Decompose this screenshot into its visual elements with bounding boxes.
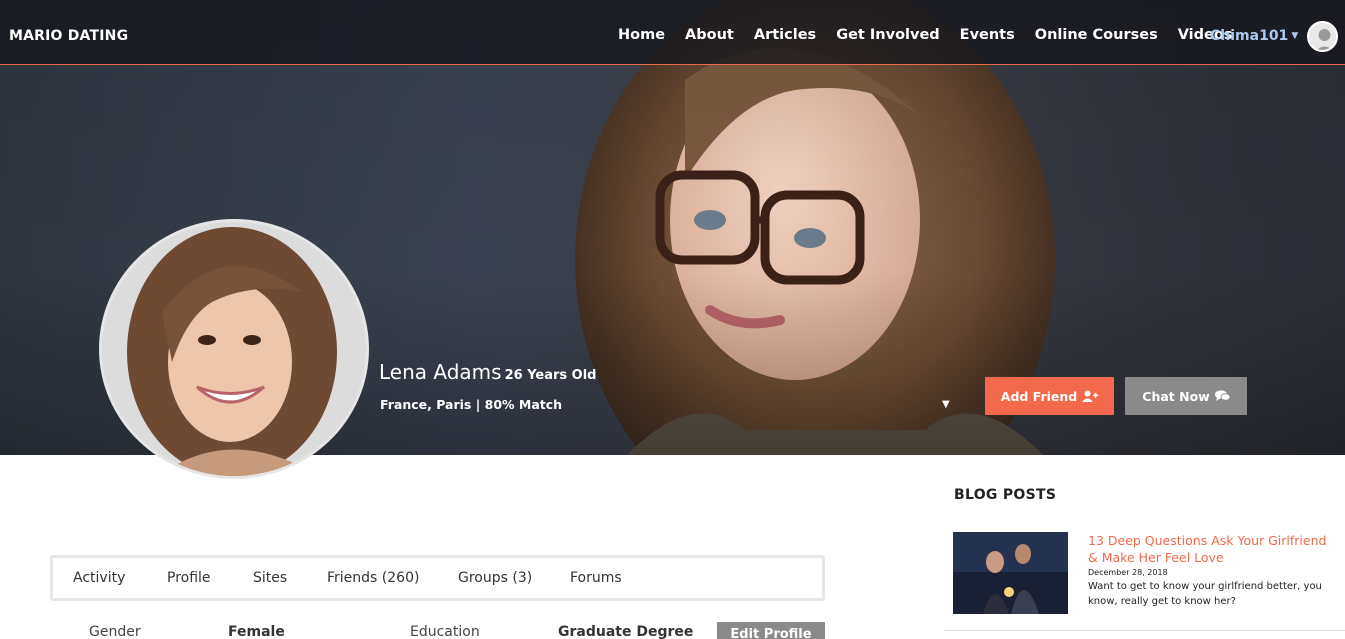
blog-post-date: December 28, 2018	[1088, 568, 1168, 577]
tab-profile[interactable]: Profile	[167, 570, 211, 586]
caret-down-icon[interactable]: ▼	[1291, 31, 1298, 41]
education-value: Graduate Degree	[558, 624, 694, 639]
user-avatar[interactable]	[1307, 21, 1338, 52]
user-name[interactable]: Chima101	[1210, 28, 1288, 44]
tab-forums[interactable]: Forums	[570, 570, 622, 586]
nav-link-events[interactable]: Events	[960, 27, 1015, 43]
chat-icon	[1214, 390, 1230, 401]
add-friend-label: Add Friend	[1000, 388, 1078, 404]
profile-tabs: Activity Profile Sites Friends (260) Gro…	[50, 555, 825, 601]
edit-profile-button[interactable]: Edit Profile	[717, 622, 825, 639]
profile-name: Lena Adams 26 Years Old	[379, 360, 597, 384]
blog-post-thumbnail[interactable]	[953, 532, 1068, 614]
tab-activity[interactable]: Activity	[73, 570, 125, 586]
tab-friends[interactable]: Friends (260)	[327, 570, 419, 586]
tab-sites[interactable]: Sites	[253, 570, 287, 586]
profile-location: France, Paris | 80% Match	[380, 397, 563, 412]
sidebar-divider	[943, 630, 1345, 631]
blog-post-excerpt: Want to get to know your girlfriend bett…	[1088, 581, 1322, 607]
add-friend-button[interactable]: Add Friend	[985, 377, 1114, 415]
chat-now-label: Chat Now	[1142, 388, 1210, 404]
nav-link-get-involved[interactable]: Get Involved	[836, 27, 939, 43]
user-plus-icon	[1082, 390, 1099, 402]
tab-groups[interactable]: Groups (3)	[458, 570, 532, 586]
profile-photo	[102, 222, 366, 476]
top-navbar: MARIO DATING Home About Articles Get Inv…	[0, 0, 1345, 65]
caret-down-icon[interactable]: ▼	[942, 399, 950, 410]
nav-link-articles[interactable]: Articles	[754, 27, 816, 43]
nav-links: Home About Articles Get Involved Events …	[608, 27, 1242, 43]
user-menu[interactable]: Chima101 ▼	[1210, 28, 1298, 44]
nav-link-online-courses[interactable]: Online Courses	[1035, 27, 1158, 43]
chat-now-button[interactable]: Chat Now	[1125, 377, 1247, 415]
nav-link-home[interactable]: Home	[618, 27, 665, 43]
blog-posts-heading: BLOG POSTS	[954, 487, 1057, 503]
gender-value: Female	[228, 624, 285, 639]
couple-photo	[953, 532, 1068, 614]
profile-name-text: Lena Adams	[379, 360, 502, 384]
brand-logo[interactable]: MARIO DATING	[9, 28, 128, 44]
education-label: Education	[410, 624, 480, 639]
blog-post-title[interactable]: 13 Deep Questions Ask Your Girlfriend & …	[1088, 532, 1338, 566]
gender-label: Gender	[89, 624, 141, 639]
user-silhouette-icon	[1309, 23, 1336, 50]
profile-age: 26 Years Old	[504, 368, 597, 383]
profile-avatar	[99, 219, 369, 479]
nav-link-about[interactable]: About	[685, 27, 734, 43]
